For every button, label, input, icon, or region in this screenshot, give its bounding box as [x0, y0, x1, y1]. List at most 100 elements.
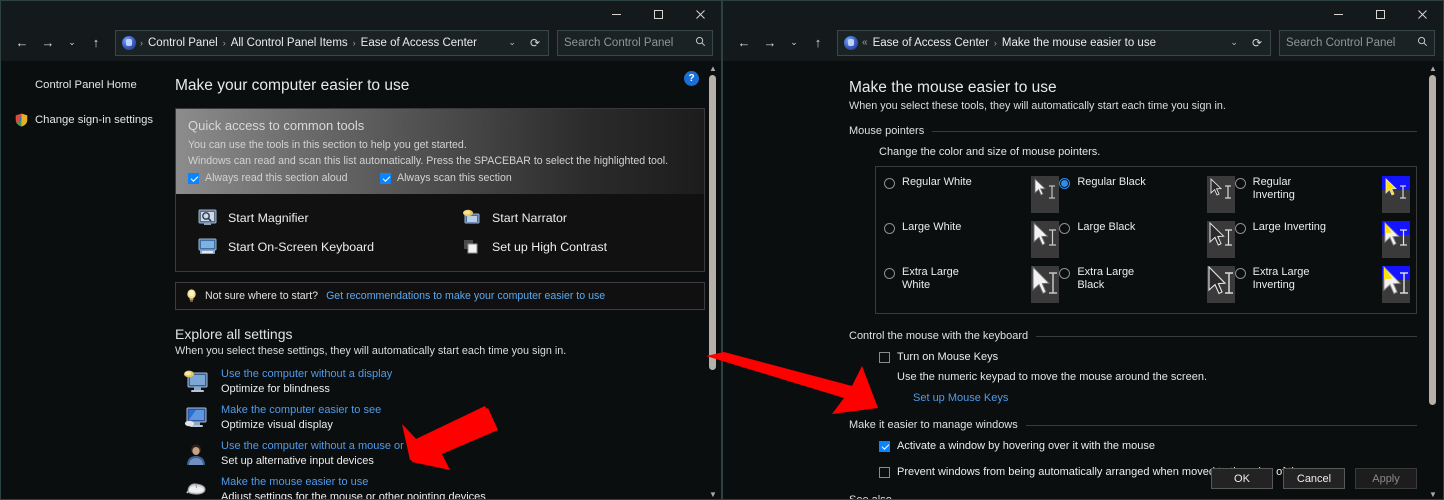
radio-extra-large-black[interactable]: Extra Large Black: [1059, 266, 1235, 304]
group-label: See also: [849, 494, 892, 500]
maximize-button[interactable]: [637, 1, 679, 28]
sidebar-item-control-panel-home[interactable]: Control Panel Home: [15, 79, 157, 91]
checkbox-icon: [380, 172, 391, 184]
list-item[interactable]: Use the computer without a display Optim…: [175, 364, 705, 400]
checkbox-activate-window-hover[interactable]: Activate a window by hovering over it wi…: [879, 440, 1417, 452]
up-icon[interactable]: ↑: [83, 30, 109, 55]
search-input[interactable]: Search Control Panel: [557, 29, 713, 56]
back-icon[interactable]: ←: [731, 30, 757, 55]
right-scrollbar[interactable]: ▲ ▼: [1425, 61, 1441, 499]
list-item-make-mouse-easier[interactable]: Make the mouse easier to use Adjust sett…: [175, 472, 705, 500]
list-item-link[interactable]: Make the computer easier to see: [221, 404, 381, 416]
breadcrumb-item-0[interactable]: Control Panel: [148, 37, 218, 49]
forward-icon[interactable]: →: [35, 30, 61, 55]
radio-icon: [884, 178, 895, 189]
list-item-desc: Optimize for blindness: [221, 383, 330, 395]
tool-start-onscreen-keyboard[interactable]: Start On-Screen Keyboard: [176, 232, 440, 261]
search-placeholder: Search Control Panel: [564, 36, 674, 49]
back-icon[interactable]: ←: [9, 30, 35, 55]
radio-regular-white[interactable]: Regular White: [884, 176, 1060, 214]
radio-large-inverting[interactable]: Large Inverting: [1234, 221, 1410, 259]
breadcrumb-item-2[interactable]: Ease of Access Center: [361, 37, 477, 49]
breadcrumb-overflow-icon[interactable]: «: [862, 37, 868, 48]
checkbox-icon: [188, 172, 199, 184]
breadcrumb-item-1[interactable]: All Control Panel Items: [231, 37, 348, 49]
scroll-track[interactable]: [1425, 75, 1441, 487]
list-item[interactable]: Make the computer easier to see Optimize…: [175, 400, 705, 436]
list-item[interactable]: Use the computer without a mouse or keyb…: [175, 436, 705, 472]
radio-large-white[interactable]: Large White: [884, 221, 1060, 259]
breadcrumb-item-0[interactable]: Ease of Access Center: [873, 37, 989, 49]
tool-start-narrator[interactable]: Start Narrator: [440, 203, 704, 232]
tool-setup-high-contrast[interactable]: Set up High Contrast: [440, 232, 704, 261]
mouse-keys-group: Control the mouse with the keyboard Turn…: [849, 330, 1417, 404]
tip-link[interactable]: Get recommendations to make your compute…: [326, 290, 605, 302]
radio-regular-black[interactable]: Regular Black: [1059, 176, 1235, 214]
list-item-link[interactable]: Use the computer without a display: [221, 368, 392, 380]
close-button[interactable]: [1401, 1, 1443, 28]
group-label: Control the mouse with the keyboard: [849, 330, 1029, 342]
ok-button[interactable]: OK: [1211, 468, 1273, 489]
minimize-button[interactable]: [595, 1, 637, 28]
checkbox-always-read-aloud[interactable]: Always read this section aloud: [188, 172, 380, 184]
scroll-thumb[interactable]: [709, 75, 716, 370]
minimize-button[interactable]: [1317, 1, 1359, 28]
radio-label: Extra Large White: [902, 266, 959, 291]
pointer-preview: [1206, 266, 1235, 303]
radio-extra-large-white[interactable]: Extra Large White: [884, 266, 1060, 304]
tool-start-magnifier[interactable]: Start Magnifier: [176, 203, 440, 232]
radio-extra-large-inverting[interactable]: Extra Large Inverting: [1234, 266, 1410, 304]
group-header: Control the mouse with the keyboard: [849, 330, 1417, 342]
left-scrollbar[interactable]: ▲ ▼: [705, 61, 721, 499]
checkbox-turn-on-mouse-keys[interactable]: Turn on Mouse Keys: [879, 351, 1417, 363]
pointer-preview: [1381, 221, 1410, 258]
radio-icon: [1234, 223, 1246, 234]
radio-large-black[interactable]: Large Black: [1059, 221, 1235, 259]
search-input[interactable]: Search Control Panel: [1279, 29, 1435, 56]
recent-locations-icon[interactable]: ⌄: [783, 30, 805, 55]
quick-access-header: Quick access to common tools You can use…: [176, 109, 704, 194]
help-icon[interactable]: ?: [684, 71, 699, 86]
forward-icon[interactable]: →: [757, 30, 783, 55]
breadcrumb-item-1[interactable]: Make the mouse easier to use: [1002, 37, 1156, 49]
scroll-track[interactable]: [705, 75, 721, 487]
page-title: Make your computer easier to use: [175, 77, 410, 94]
high-contrast-icon: [462, 238, 481, 255]
list-item-link[interactable]: Use the computer without a mouse or keyb…: [221, 440, 452, 452]
search-placeholder: Search Control Panel: [1286, 36, 1396, 49]
maximize-button[interactable]: [1359, 1, 1401, 28]
scroll-up-icon[interactable]: ▲: [1425, 61, 1441, 75]
breadcrumb: › Control Panel › All Control Panel Item…: [140, 37, 498, 49]
see-also-group: See also: [849, 494, 1417, 500]
sidebar-item-change-sign-in-settings[interactable]: Change sign-in settings: [15, 113, 157, 127]
scroll-thumb[interactable]: [1429, 75, 1436, 405]
left-titlebar: [1, 1, 721, 28]
mouse-pointers-note: Change the color and size of mouse point…: [879, 146, 1101, 158]
cancel-button[interactable]: Cancel: [1283, 468, 1345, 489]
quick-access-tools: Start Magnifier Start Narrator Start On-…: [176, 194, 704, 271]
address-dropdown-icon[interactable]: ⌄: [502, 37, 522, 48]
pointer-column-inverting: Regular Inverting Large Inverting Extra …: [1234, 176, 1410, 304]
monitor-icon: [183, 405, 209, 431]
scroll-down-icon[interactable]: ▼: [1425, 487, 1441, 499]
group-header: See also: [849, 494, 1417, 500]
scroll-down-icon[interactable]: ▼: [705, 487, 721, 499]
radio-regular-inverting[interactable]: Regular Inverting: [1234, 176, 1410, 214]
breadcrumb-separator: ›: [140, 37, 143, 48]
up-icon[interactable]: ↑: [805, 30, 831, 55]
tool-label: Set up High Contrast: [492, 239, 608, 254]
address-dropdown-icon[interactable]: ⌄: [1224, 37, 1244, 48]
recent-locations-icon[interactable]: ⌄: [61, 30, 83, 55]
setup-mouse-keys-link[interactable]: Set up Mouse Keys: [913, 392, 1417, 404]
address-bar[interactable]: « Ease of Access Center › Make the mouse…: [837, 29, 1271, 56]
radio-icon: [1059, 223, 1071, 234]
scroll-up-icon[interactable]: ▲: [705, 61, 721, 75]
refresh-icon[interactable]: ⟳: [526, 36, 544, 50]
refresh-icon[interactable]: ⟳: [1248, 36, 1266, 50]
list-item-desc: Adjust settings for the mouse or other p…: [221, 491, 486, 500]
magnifier-icon: [198, 209, 217, 226]
close-button[interactable]: [679, 1, 721, 28]
address-bar[interactable]: › Control Panel › All Control Panel Item…: [115, 29, 549, 56]
list-item-link[interactable]: Make the mouse easier to use: [221, 476, 486, 488]
checkbox-always-scan-section[interactable]: Always scan this section: [380, 172, 512, 184]
